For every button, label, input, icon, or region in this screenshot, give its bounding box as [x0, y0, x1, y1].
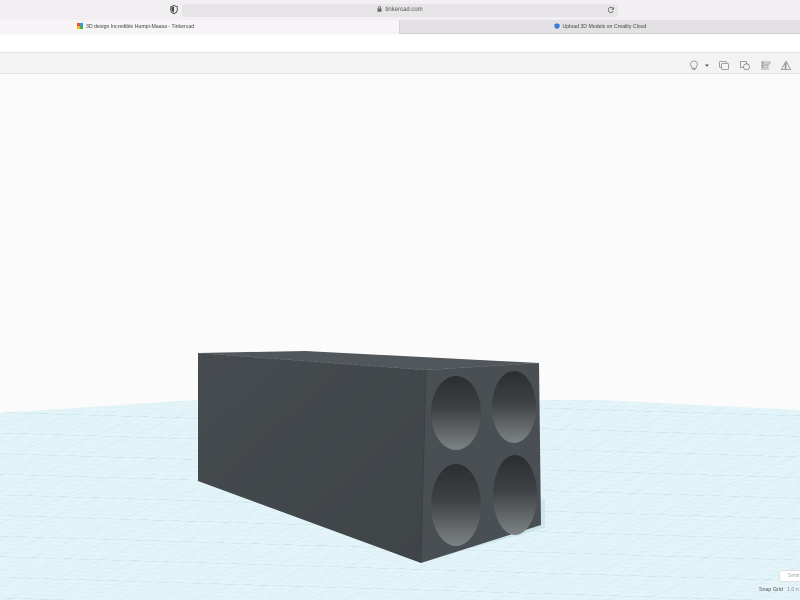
hole-top-left [431, 376, 481, 450]
tab-label: 3D design Incredible Humpi-Maasa - Tinke… [86, 24, 195, 30]
flip-icon[interactable] [780, 58, 792, 70]
note-icon[interactable] [739, 58, 751, 71]
browser-toolbar: tinkercad.com [0, 0, 800, 20]
address-bar[interactable]: tinkercad.com [182, 4, 618, 17]
workplane-viewport[interactable] [0, 74, 800, 600]
tinkercad-logo-icon [77, 23, 83, 29]
comment-icon[interactable] [718, 58, 730, 70]
app-header [0, 35, 800, 53]
editor-toolbar [0, 53, 800, 74]
url-text: tinkercad.com [385, 7, 423, 13]
snap-grid-value[interactable]: 1.0 n [787, 587, 799, 593]
tab-tinkercad[interactable]: 3D design Incredible Humpi-Maasa - Tinke… [0, 20, 400, 34]
align-icon[interactable] [760, 58, 772, 70]
shield-icon[interactable] [170, 5, 178, 14]
hole-bottom-right [493, 455, 537, 535]
snap-grid-label: Snap Grid [759, 587, 783, 593]
address-text: tinkercad.com [182, 5, 618, 16]
hole-top-right [492, 371, 536, 443]
hole-bottom-left [431, 464, 481, 546]
lock-icon [377, 6, 382, 12]
tab-creality-cloud[interactable]: Upload 3D Models on Creality Cloud [400, 20, 800, 34]
tab-label: Upload 3D Models on Creality Cloud [562, 24, 647, 30]
tinkercad-editor-window: tinkercad.com 3D design Incredible Humpi… [0, 0, 800, 600]
browser-tab-bar: 3D design Incredible Humpi-Maasa - Tinke… [0, 20, 800, 34]
workplane-settings-button[interactable]: Settin [779, 570, 800, 582]
reload-icon[interactable] [607, 6, 615, 14]
lightbulb-icon[interactable] [688, 58, 700, 71]
workplane-canvas[interactable] [0, 74, 800, 600]
creality-cloud-icon [553, 23, 560, 29]
dropdown-caret-icon[interactable] [704, 58, 710, 69]
